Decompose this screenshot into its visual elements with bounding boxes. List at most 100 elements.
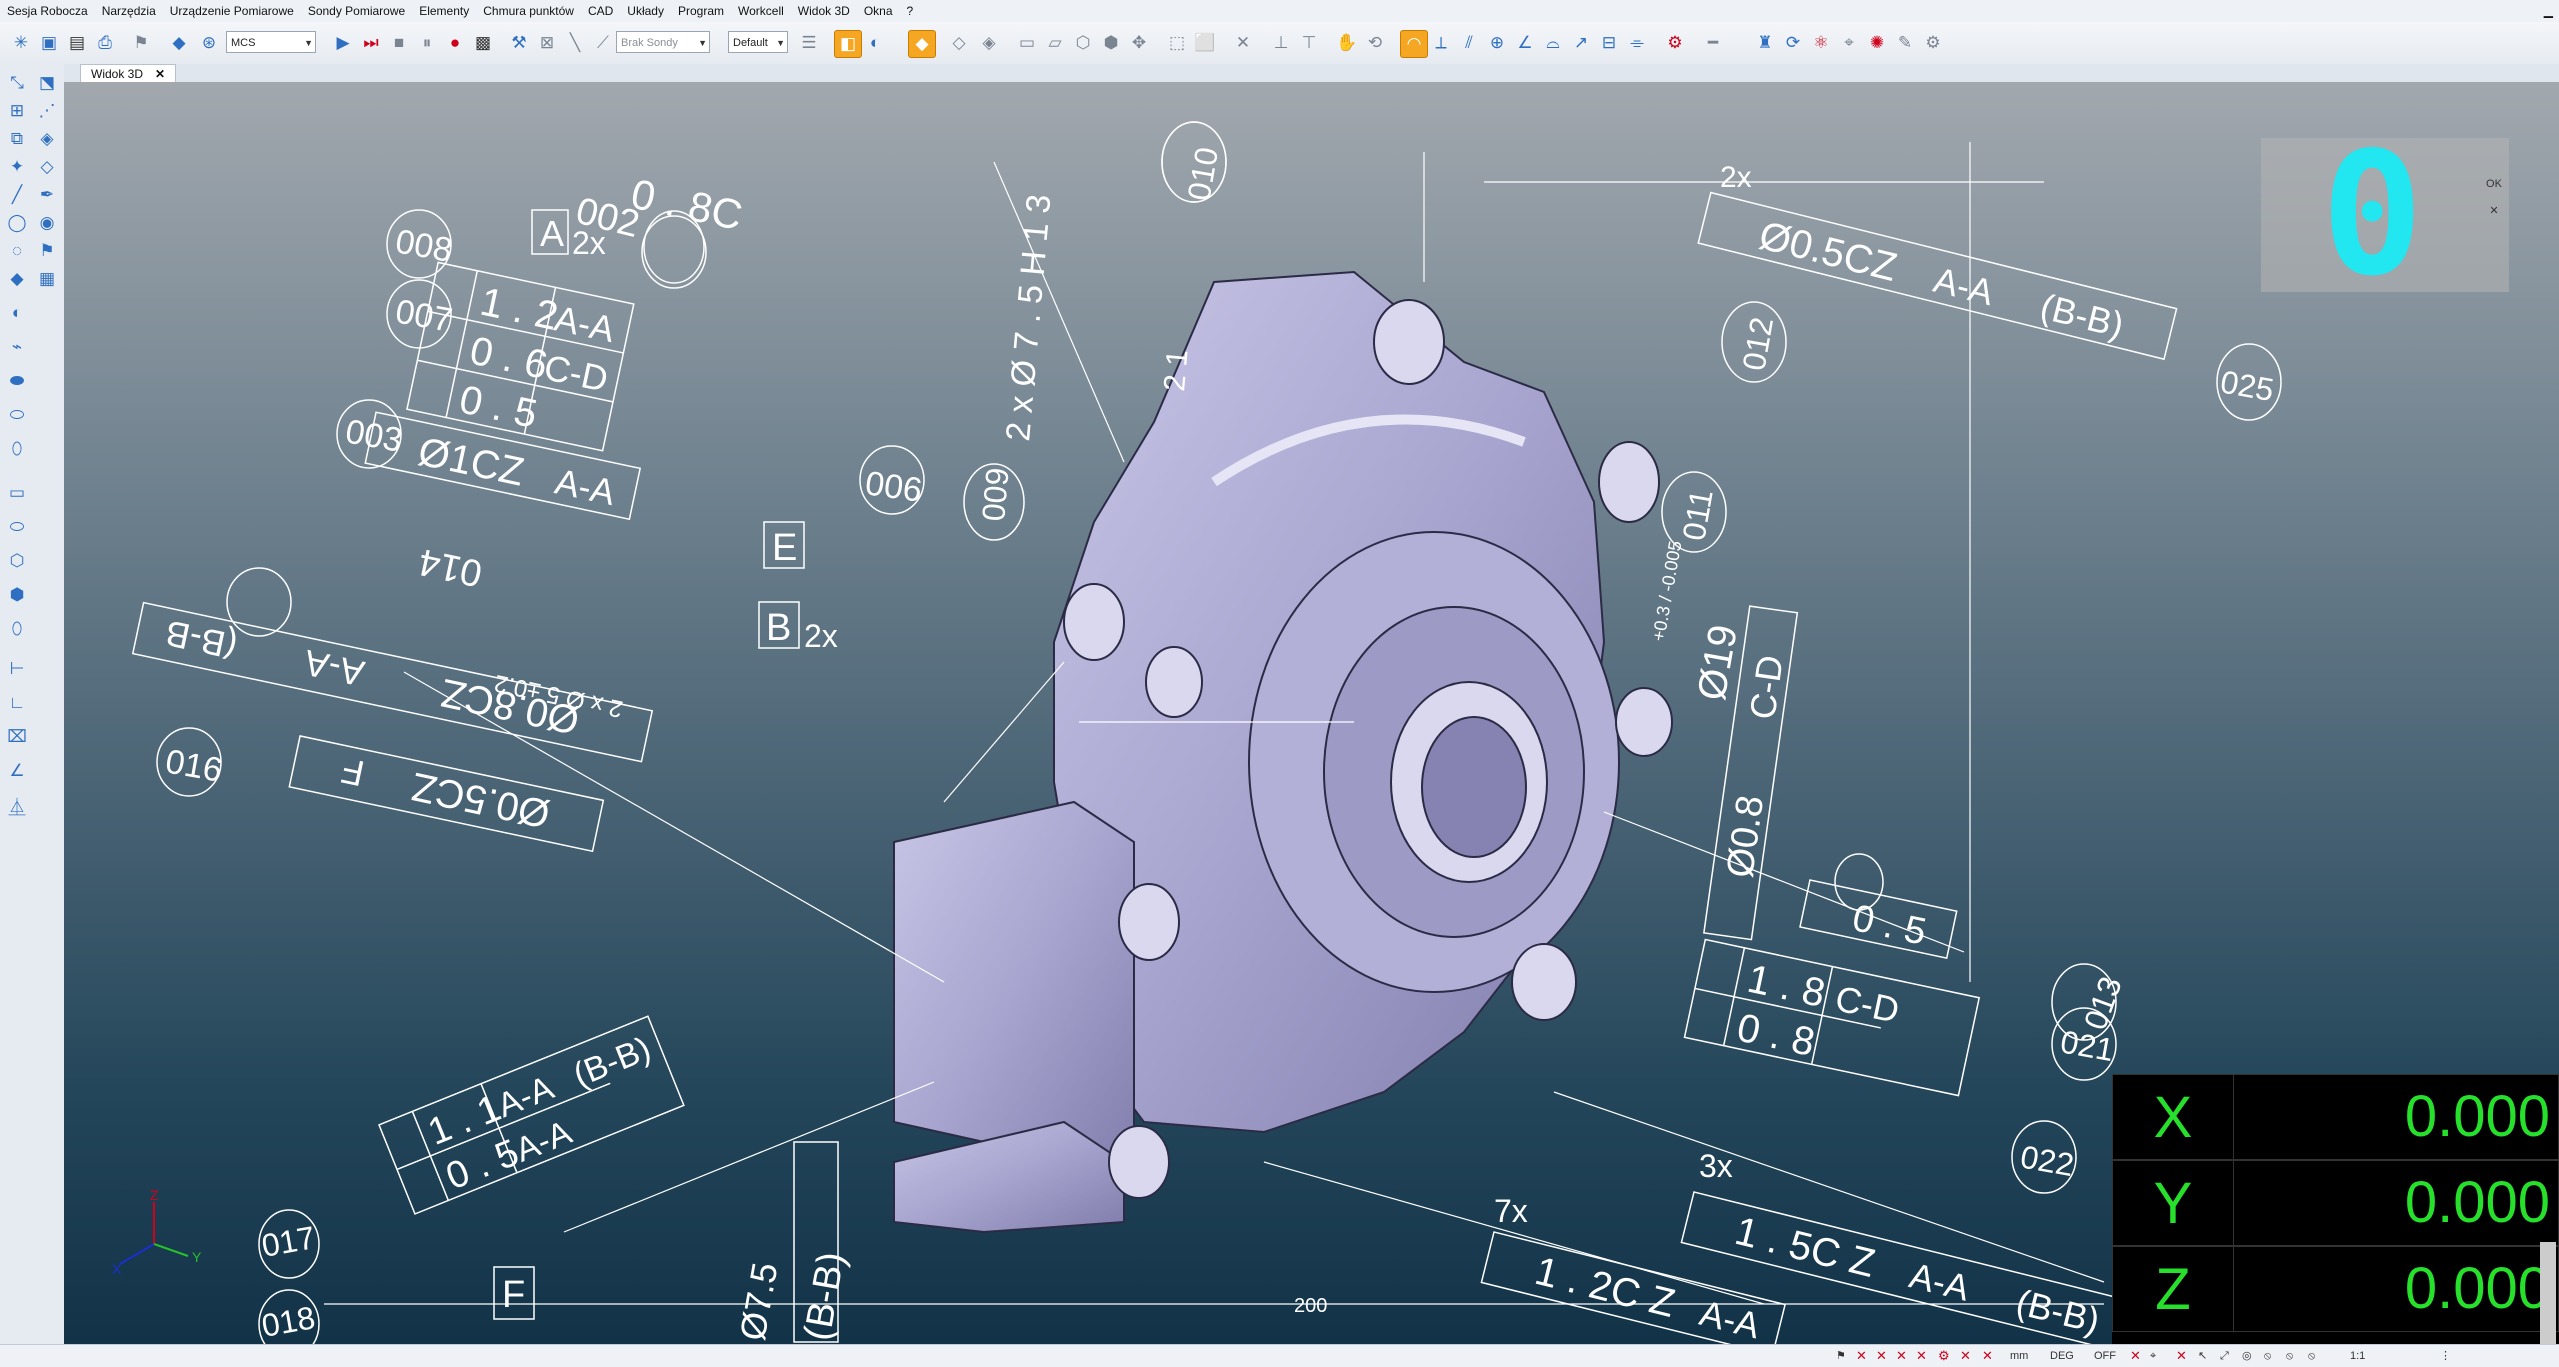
point-cloud-icon[interactable]: ⋰ <box>34 98 60 124</box>
status-arrow-icon[interactable]: ↖ <box>2198 1345 2207 1367</box>
minimize-button[interactable]: ▁ <box>2544 0 2553 22</box>
menu-uklady[interactable]: Układy <box>620 0 671 22</box>
cad-model-icon[interactable]: ◆ <box>166 30 192 56</box>
status-error-icon[interactable]: ✕ <box>1876 1345 1887 1367</box>
plane-icon[interactable]: ◆ <box>4 266 30 292</box>
angle-dimension-icon[interactable]: ∠ <box>4 758 30 784</box>
close-icon[interactable]: ✕ <box>155 65 165 83</box>
status-block-icon[interactable]: ⦸ <box>2264 1345 2271 1367</box>
menu-elementy[interactable]: Elementy <box>412 0 476 22</box>
grid-select-icon[interactable]: ⊞ <box>4 98 30 124</box>
status-error-icon[interactable]: ✕ <box>1916 1345 1927 1367</box>
counter-reject-icon[interactable]: ✕ <box>2485 204 2503 220</box>
gdt-runout-icon[interactable]: ↗ <box>1568 30 1594 56</box>
layers-icon[interactable]: ☰ <box>796 30 822 56</box>
play-icon[interactable]: ▶ <box>330 30 356 56</box>
target-icon[interactable]: ◉ <box>34 210 60 236</box>
speed-slider[interactable]: ━ <box>1700 30 1726 56</box>
hexagon-icon[interactable]: ⬡ <box>4 548 30 574</box>
view-iso-icon[interactable]: ◇ <box>946 30 972 56</box>
record-icon[interactable]: ● <box>442 30 468 56</box>
height-icon[interactable]: ⏅ <box>4 792 30 818</box>
arc-gauge-icon[interactable]: ◠ <box>1400 30 1428 58</box>
gdt-datum-icon[interactable]: ⊟ <box>1596 30 1622 56</box>
pause-icon[interactable]: ⏸ <box>414 30 440 56</box>
zoom-fit-icon[interactable]: ⬚ <box>1164 30 1190 56</box>
view-top-icon[interactable]: ▭ <box>1014 30 1040 56</box>
probe-angle-icon[interactable]: ⊠ <box>534 30 560 56</box>
robot-icon[interactable]: ⚛ <box>1808 30 1834 56</box>
menu-widok-3d[interactable]: Widok 3D <box>791 0 857 22</box>
status-error-icon[interactable]: ✕ <box>1856 1345 1867 1367</box>
counter-flag-icon[interactable] <box>2485 230 2503 246</box>
gdt-position-icon[interactable]: ⊕ <box>1484 30 1510 56</box>
stop-flag-icon[interactable]: ⚑ <box>34 238 60 264</box>
view-back-icon[interactable]: ⬡ <box>1070 30 1096 56</box>
point-icon[interactable]: ✦ <box>4 154 30 180</box>
menu-workcell[interactable]: Workcell <box>731 0 791 22</box>
status-robot-icon[interactable]: ⚙ <box>1938 1345 1950 1367</box>
polygon-icon[interactable]: ⬢ <box>4 582 30 608</box>
select-edge-icon[interactable]: ⬔ <box>34 70 60 96</box>
status-block-icon[interactable]: ⦸ <box>2286 1345 2293 1367</box>
torus-icon[interactable]: ⬯ <box>4 436 30 462</box>
status-error-icon[interactable]: ✕ <box>2176 1345 2187 1367</box>
edge-point-icon[interactable]: ✒ <box>34 182 60 208</box>
slot-icon[interactable]: ▭ <box>4 480 30 506</box>
hand-icon[interactable]: ✋ <box>1334 30 1360 56</box>
status-ratio[interactable]: 1:1 <box>2350 1345 2365 1367</box>
flag-icon[interactable]: ⚑ <box>128 30 154 56</box>
view-custom-icon[interactable]: ✥ <box>1126 30 1152 56</box>
feature-group-icon[interactable]: ⧉ <box>4 126 30 152</box>
stylus-icon[interactable]: ╲ <box>562 30 588 56</box>
status-error-icon[interactable]: ✕ <box>1982 1345 1993 1367</box>
ellipse-icon[interactable]: ⬯ <box>4 616 30 642</box>
counter-ok-icon[interactable]: OK <box>2485 178 2503 194</box>
label-icon[interactable]: ⌧ <box>4 724 30 750</box>
scan-icon[interactable]: ⌁ <box>4 334 30 360</box>
status-block-icon[interactable]: ⦸ <box>2308 1345 2315 1367</box>
menu-narzedzia[interactable]: Narzędzia <box>95 0 163 22</box>
view-side-icon[interactable]: ▱ <box>1042 30 1068 56</box>
menu-help[interactable]: ? <box>900 0 921 22</box>
status-mode[interactable]: OFF <box>2094 1345 2116 1367</box>
zoom-window-icon[interactable]: ⬜ <box>1192 30 1218 56</box>
status-nav-icon[interactable]: ⤢ <box>2220 1345 2229 1367</box>
status-error-icon[interactable]: ✕ <box>1960 1345 1971 1367</box>
rotate-icon[interactable]: ⟲ <box>1362 30 1388 56</box>
coordinate-system-icon[interactable]: ⊛ <box>196 30 222 56</box>
view-bottom-icon[interactable]: ⬢ <box>1098 30 1124 56</box>
gdt-symmetry-icon[interactable]: ⌯ <box>1624 30 1650 56</box>
circle-icon[interactable]: ◯ <box>4 210 30 236</box>
new-session-icon[interactable]: ✳ <box>8 30 34 56</box>
angle-icon[interactable]: ∟ <box>4 690 30 716</box>
menu-cad[interactable]: CAD <box>581 0 620 22</box>
stop-icon[interactable]: ■ <box>386 30 412 56</box>
save-program-icon[interactable]: ▩ <box>470 30 496 56</box>
open-folder-icon[interactable]: ▣ <box>36 30 62 56</box>
view-front-icon[interactable]: ◈ <box>976 30 1002 56</box>
select-point-icon[interactable]: ⤡ <box>4 70 30 96</box>
distance-icon[interactable]: ⊢ <box>4 656 30 682</box>
collision-icon[interactable]: ⚙ <box>1662 30 1688 56</box>
tab-widok-3d[interactable]: Widok 3D ✕ <box>80 64 177 83</box>
save-icon[interactable]: ▤ <box>64 30 90 56</box>
menu-sondy-pomiarowe[interactable]: Sondy Pomiarowe <box>301 0 412 22</box>
section-icon[interactable]: ⊤ <box>1296 30 1322 56</box>
status-error-icon[interactable]: ✕ <box>2130 1345 2141 1367</box>
step-icon[interactable]: ⏭ <box>358 30 384 56</box>
gdt-parallel-icon[interactable]: ⫽ <box>1456 30 1482 56</box>
measure-icon[interactable]: ⊥ <box>1268 30 1294 56</box>
probe-change-icon[interactable]: ⟋ <box>590 30 616 56</box>
gdt-angularity-icon[interactable]: ∠ <box>1512 30 1538 56</box>
cone-icon[interactable]: ◐ <box>4 300 30 326</box>
gdt-profile-icon[interactable]: ⌓ <box>1540 30 1566 56</box>
status-error-icon[interactable]: ✕ <box>1896 1345 1907 1367</box>
sphere-icon[interactable]: ⬭ <box>4 402 30 428</box>
menu-program[interactable]: Program <box>671 0 731 22</box>
gdt-flatness-icon[interactable]: ⟂ <box>1428 30 1454 56</box>
status-target-icon[interactable]: ◎ <box>2242 1345 2252 1367</box>
material-icon[interactable]: ◆ <box>908 30 936 58</box>
status-probe-icon[interactable]: ⌖ <box>2150 1345 2156 1367</box>
view-preset-select[interactable]: Default ▼ <box>728 31 788 53</box>
